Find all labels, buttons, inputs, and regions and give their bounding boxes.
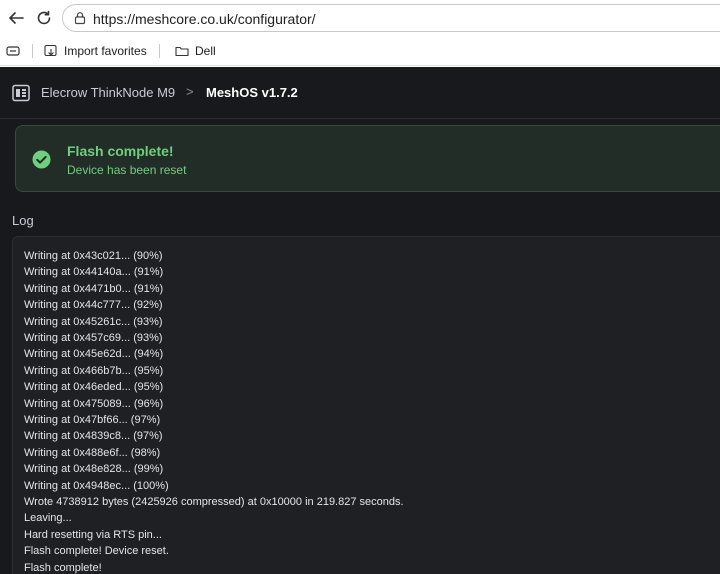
favorite-dell-folder[interactable]: Dell [175,43,216,59]
log-line: Writing at 0x46eded... (95%) [24,381,164,394]
alert-title: Flash complete! [67,143,174,159]
lock-icon [74,12,86,25]
favorites-divider [159,44,160,58]
alert-subtitle: Device has been reset [67,163,187,177]
log-line: Writing at 0x466b7b... (95%) [24,364,164,377]
breadcrumb-device[interactable]: Elecrow ThinkNode M9 [41,85,175,100]
folder-icon [175,46,189,57]
log-line: Writing at 0x47bf66... (97%) [24,414,161,426]
log-line: Writing at 0x45261c... (93%) [24,315,163,328]
log-line: Writing at 0x44c777... (92%) [24,299,163,312]
log-line: Writing at 0x457c69... (93%) [24,332,163,344]
favorite-label: Dell [195,44,216,58]
log-line: Writing at 0x48e828... (99%) [24,463,164,476]
favorites-divider [32,44,33,58]
breadcrumb-separator: > [186,84,194,99]
log-line: Flash complete! [24,561,102,574]
address-bar-row: https://meshcore.co.uk/configurator/ [0,0,720,36]
log-line: Writing at 0x4839c8... (97%) [24,430,163,443]
log-line: Hard resetting via RTS pin... [24,528,162,541]
breadcrumb-firmware: MeshOS v1.7.2 [206,85,298,100]
favorites-bar: Import favorites Dell [0,36,720,66]
success-alert: Flash complete! Device has been reset [15,125,720,192]
configurator-app: Elecrow ThinkNode M9 > MeshOS v1.7.2 Fla… [0,67,720,574]
collections-button[interactable] [6,43,26,59]
log-output[interactable]: Writing at 0x43c021... (90%) Writing at 0… [12,236,720,574]
log-line: Wrote 4738912 bytes (2425926 compressed)… [24,496,404,508]
back-button[interactable] [4,6,28,30]
favorite-label: Import favorites [64,44,147,58]
breadcrumb: Elecrow ThinkNode M9 > MeshOS v1.7.2 [0,67,720,119]
log-line: Writing at 0x45e62d... (94%) [24,348,164,361]
log-line: Writing at 0x44140a... (91%) [24,266,164,279]
collections-icon [6,46,20,56]
import-favorites-icon [44,44,57,57]
check-circle-icon [32,150,51,169]
log-line: Writing at 0x4471b0... (91%) [24,282,164,295]
log-line: Writing at 0x475089... (96%) [24,397,164,410]
device-icon [12,84,30,102]
log-heading: Log [12,213,34,228]
arrow-left-icon [9,12,24,24]
log-line: Writing at 0x4948ec... (100%) [24,479,169,492]
favorite-import[interactable]: Import favorites [44,43,147,59]
log-line: Writing at 0x43c021... (90%) [24,250,163,262]
reload-icon [37,10,51,25]
url-input[interactable]: https://meshcore.co.uk/configurator/ [62,4,720,32]
log-line: Leaving... [24,512,72,525]
log-line: Flash complete! Device reset. [24,545,169,558]
url-text: https://meshcore.co.uk/configurator/ [93,11,316,27]
log-line: Writing at 0x488e6f... (98%) [24,446,161,459]
reload-button[interactable] [32,6,56,30]
